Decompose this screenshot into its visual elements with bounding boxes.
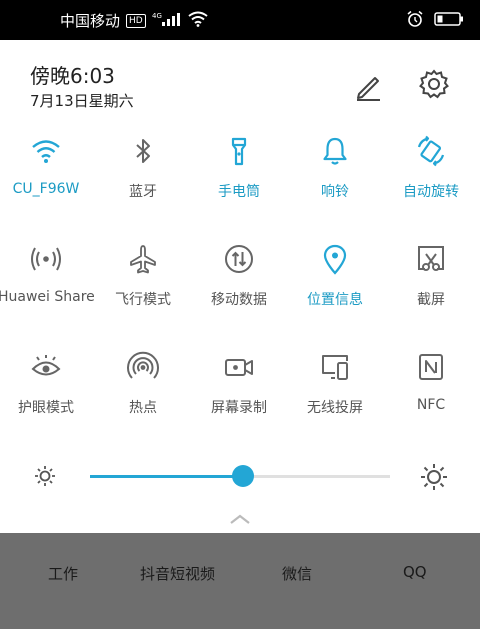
pencil-icon	[357, 77, 380, 101]
tile-screenshot[interactable]: 截屏	[383, 243, 479, 339]
tile-label: 手电筒	[218, 184, 260, 200]
brightness-high-icon	[420, 463, 448, 495]
tile-hotspot[interactable]: 热点	[95, 351, 191, 447]
tile-label: CU_F96W	[12, 181, 80, 197]
tile-airplane-mode[interactable]: 飞行模式	[95, 243, 191, 339]
app-label-wechat[interactable]: 微信	[282, 563, 312, 584]
gear-icon	[419, 69, 449, 99]
bell-icon	[323, 137, 347, 165]
tile-screen-record[interactable]: 屏幕录制	[191, 351, 287, 447]
flashlight-icon	[231, 137, 247, 166]
signal-icon: 4G	[152, 11, 182, 31]
tile-wireless-projection[interactable]: 无线投屏	[287, 351, 383, 447]
settings-button[interactable]	[417, 67, 451, 101]
airplane-icon	[130, 245, 156, 274]
chevron-up-icon[interactable]	[229, 510, 251, 529]
tile-location[interactable]: 位置信息	[287, 243, 383, 339]
tile-label: 响铃	[321, 184, 349, 200]
tile-label: 截屏	[417, 292, 445, 308]
screenshot-scissors-icon	[418, 246, 444, 271]
tile-nfc[interactable]: NFC	[383, 351, 479, 447]
wifi-status-icon	[188, 11, 208, 31]
tile-huawei-share[interactable]: Huawei Share	[0, 243, 95, 339]
tile-label: 自动旋转	[403, 184, 459, 200]
brightness-fill	[90, 475, 243, 478]
tile-eye-comfort[interactable]: 护眼模式	[0, 351, 94, 447]
tile-label: 蓝牙	[129, 184, 157, 200]
app-label-douyin[interactable]: 抖音短视频	[140, 563, 215, 584]
screen-cast-icon	[322, 355, 348, 380]
edit-button[interactable]	[351, 69, 385, 103]
video-camera-icon	[225, 359, 253, 376]
tile-label: Huawei Share	[0, 289, 95, 305]
share-signal-icon	[31, 247, 61, 271]
carrier-label: 中国移动	[60, 12, 121, 30]
rotate-icon	[417, 135, 445, 167]
hotspot-icon	[127, 351, 159, 379]
quick-settings-panel: 傍晚6:03 7月13日星期六 CU_F96W 蓝牙 手电筒 响铃 自动旋转 H…	[0, 40, 480, 533]
tile-wifi[interactable]: CU_F96W	[0, 135, 94, 231]
app-label-qq[interactable]: QQ	[403, 563, 427, 581]
tile-flashlight[interactable]: 手电筒	[191, 135, 287, 231]
tile-label: 飞行模式	[115, 292, 171, 308]
tile-ring[interactable]: 响铃	[287, 135, 383, 231]
bluetooth-icon	[136, 139, 150, 163]
tile-label: 屏幕录制	[211, 400, 267, 416]
hd-badge: HD	[126, 13, 146, 28]
tile-label: 热点	[129, 400, 157, 416]
mobile-data-icon	[225, 245, 253, 273]
tile-label: 移动数据	[211, 292, 267, 308]
brightness-low-icon	[34, 465, 56, 491]
alarm-icon	[406, 10, 424, 32]
app-label-work[interactable]: 工作	[48, 563, 78, 584]
tile-bluetooth[interactable]: 蓝牙	[95, 135, 191, 231]
brightness-slider[interactable]	[0, 445, 480, 505]
tile-label: 位置信息	[307, 292, 363, 308]
brightness-thumb[interactable]	[232, 465, 254, 487]
eye-icon	[31, 355, 61, 376]
wifi-icon	[32, 140, 60, 163]
tile-label: 无线投屏	[307, 400, 363, 416]
tile-auto-rotate[interactable]: 自动旋转	[383, 135, 479, 231]
tile-mobile-data[interactable]: 移动数据	[191, 243, 287, 339]
location-pin-icon	[323, 244, 347, 275]
clock-date: 7月13日星期六	[30, 92, 134, 110]
battery-icon	[434, 11, 464, 31]
home-dock: 工作 抖音短视频 微信 QQ	[0, 533, 480, 629]
tile-label: 护眼模式	[18, 400, 74, 416]
network-type-label: 4G	[152, 12, 162, 20]
status-bar: 中国移动 HD 4G	[0, 0, 480, 40]
tile-label: NFC	[416, 397, 446, 413]
clock-time: 傍晚6:03	[30, 64, 115, 88]
nfc-icon	[419, 354, 443, 380]
